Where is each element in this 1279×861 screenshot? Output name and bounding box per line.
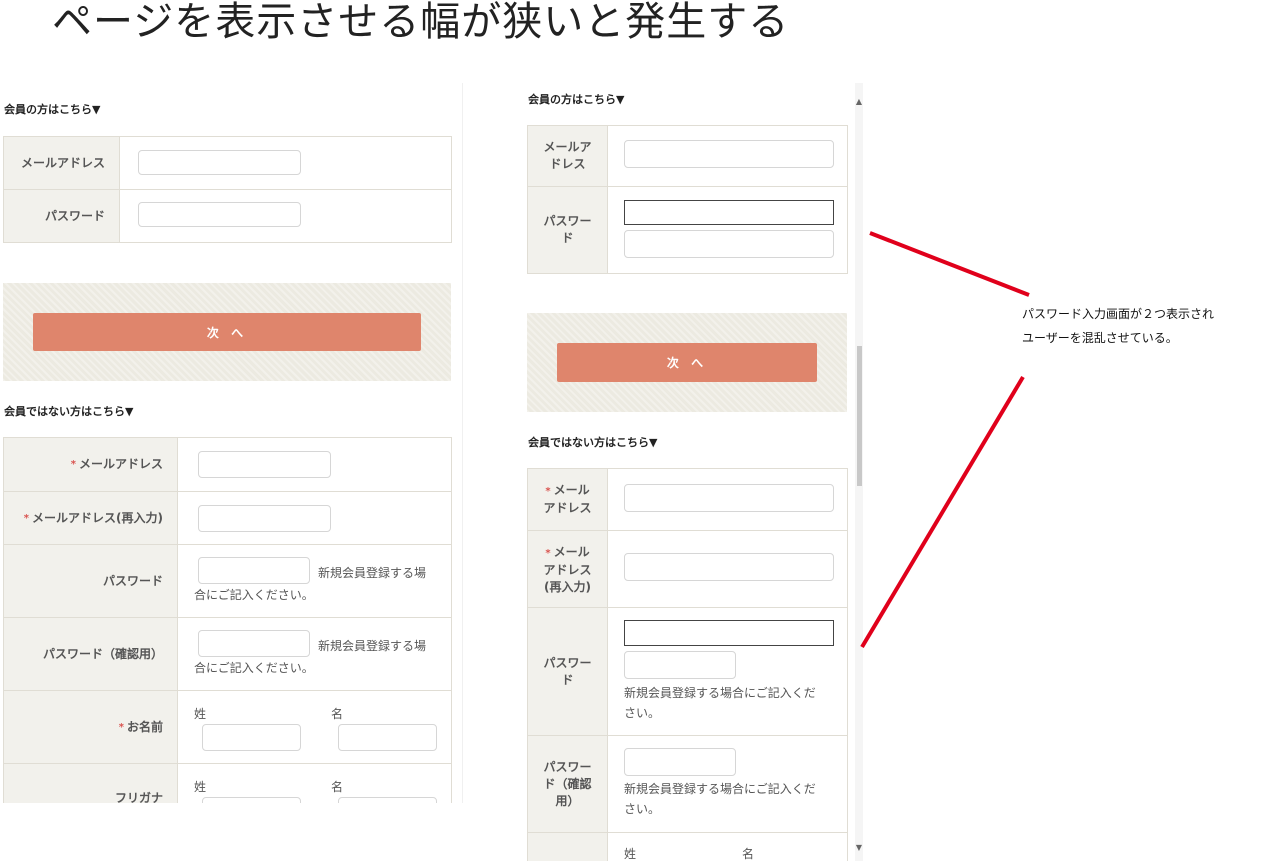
- annotation-line-upper: [869, 231, 1030, 297]
- annotation-lines: [860, 231, 1030, 649]
- annotation-line-lower: [860, 375, 1025, 649]
- annotation-text: パスワード入力画面が２つ表示され ユーザーを混乱させている。: [1022, 302, 1214, 350]
- annotation-line-2: ユーザーを混乱させている。: [1022, 331, 1178, 345]
- annotation-line-1: パスワード入力画面が２つ表示され: [1022, 307, 1215, 321]
